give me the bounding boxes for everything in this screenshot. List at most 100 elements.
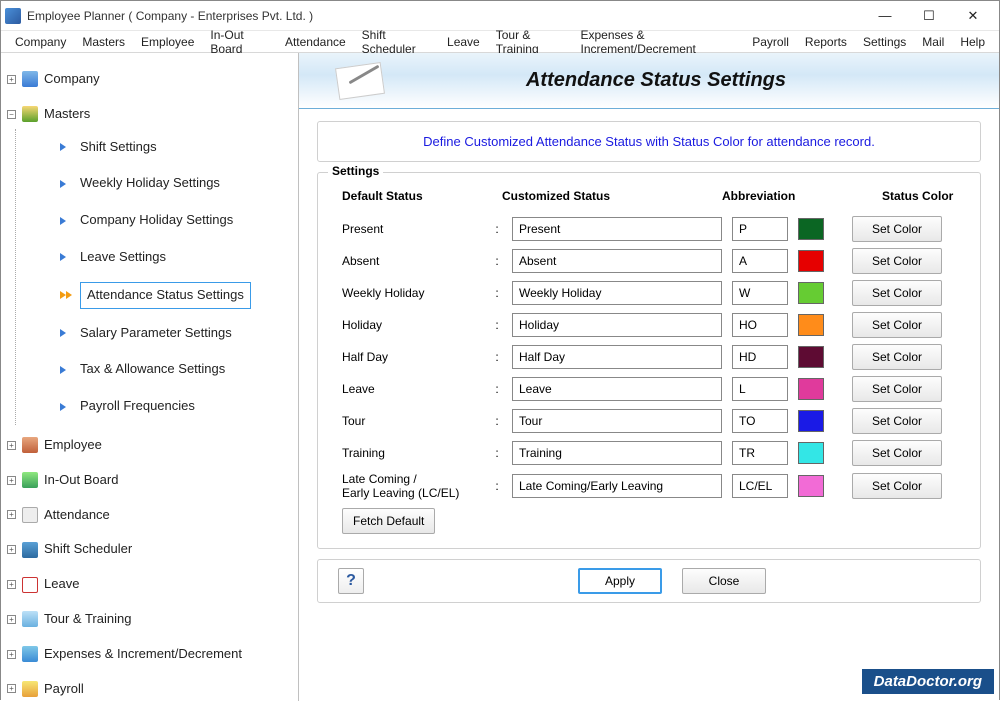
abbreviation-input[interactable] bbox=[732, 217, 788, 241]
tree-node-payroll[interactable]: +Payroll bbox=[5, 675, 294, 701]
tree-child-leave-settings[interactable]: Leave Settings bbox=[26, 239, 294, 276]
tree-child-attendance-status-settings[interactable]: Attendance Status Settings bbox=[26, 276, 294, 315]
custom-status-input[interactable] bbox=[512, 474, 722, 498]
page-title: Attendance Status Settings bbox=[393, 69, 999, 92]
minimize-button[interactable]: — bbox=[863, 2, 907, 30]
maximize-button[interactable]: ☐ bbox=[907, 2, 951, 30]
shift-icon bbox=[22, 542, 38, 558]
custom-status-input[interactable] bbox=[512, 249, 722, 273]
color-swatch bbox=[798, 282, 824, 304]
tree-node-leave[interactable]: + Leave bbox=[5, 570, 294, 599]
expander-icon[interactable]: + bbox=[7, 510, 16, 519]
expander-icon[interactable]: + bbox=[7, 441, 16, 450]
custom-status-input[interactable] bbox=[512, 281, 722, 305]
color-swatch bbox=[798, 218, 824, 240]
menu-masters[interactable]: Masters bbox=[74, 33, 133, 51]
custom-status-input[interactable] bbox=[512, 409, 722, 433]
default-status-label: Present bbox=[342, 222, 482, 236]
menu-help[interactable]: Help bbox=[952, 33, 993, 51]
tree-node-employee[interactable]: +Employee bbox=[5, 431, 294, 460]
tour-icon bbox=[22, 611, 38, 627]
arrow-icon bbox=[60, 143, 66, 151]
status-row-l: Leave:Set Color bbox=[342, 373, 956, 405]
tree-child-tax-allowance-settings[interactable]: Tax & Allowance Settings bbox=[26, 351, 294, 388]
abbreviation-input[interactable] bbox=[732, 345, 788, 369]
close-panel-button[interactable]: Close bbox=[682, 568, 766, 594]
menu-payroll[interactable]: Payroll bbox=[744, 33, 797, 51]
custom-status-input[interactable] bbox=[512, 377, 722, 401]
tree-child-weekly-holiday-settings[interactable]: Weekly Holiday Settings bbox=[26, 165, 294, 202]
tree-child-salary-parameter-settings[interactable]: Salary Parameter Settings bbox=[26, 315, 294, 352]
abbreviation-input[interactable] bbox=[732, 474, 788, 498]
status-row-p: Present: Set Color bbox=[342, 213, 956, 245]
tree-node-shift-scheduler[interactable]: +Shift Scheduler bbox=[5, 535, 294, 564]
abbreviation-input[interactable] bbox=[732, 249, 788, 273]
arrow-icon bbox=[60, 366, 66, 374]
abbreviation-input[interactable] bbox=[732, 313, 788, 337]
set-color-button[interactable]: Set Color bbox=[852, 344, 942, 370]
menu-company[interactable]: Company bbox=[7, 33, 74, 51]
custom-status-input[interactable] bbox=[512, 313, 722, 337]
colon: : bbox=[492, 222, 502, 236]
fetch-default-button[interactable]: Fetch Default bbox=[342, 508, 435, 534]
apply-button[interactable]: Apply bbox=[578, 568, 662, 594]
expander-icon[interactable]: + bbox=[7, 75, 16, 84]
tree-child-label: Attendance Status Settings bbox=[80, 282, 251, 309]
attend-icon bbox=[22, 507, 38, 523]
abbreviation-input[interactable] bbox=[732, 377, 788, 401]
tree-node-masters[interactable]: −Masters bbox=[5, 100, 294, 129]
tree-sidebar[interactable]: +Company −MastersShift SettingsWeekly Hol… bbox=[1, 53, 299, 701]
close-button[interactable]: ✕ bbox=[951, 2, 995, 30]
set-color-button[interactable]: Set Color bbox=[852, 216, 942, 242]
tree-child-payroll-frequencies[interactable]: Payroll Frequencies bbox=[26, 388, 294, 425]
menu-employee[interactable]: Employee bbox=[133, 33, 202, 51]
footer-bar: ? Apply Close bbox=[317, 559, 981, 603]
status-row-hd: Half Day:Set Color bbox=[342, 341, 956, 373]
color-swatch bbox=[798, 378, 824, 400]
expander-icon[interactable]: + bbox=[7, 545, 16, 554]
set-color-button[interactable]: Set Color bbox=[852, 408, 942, 434]
expander-icon[interactable]: − bbox=[7, 110, 16, 119]
expander-icon[interactable]: + bbox=[7, 476, 16, 485]
menu-attendance[interactable]: Attendance bbox=[277, 33, 354, 51]
tree-label: Leave bbox=[44, 574, 79, 595]
header-default: Default Status bbox=[342, 189, 492, 203]
column-headers: Default Status Customized Status Abbrevi… bbox=[342, 183, 956, 213]
set-color-button[interactable]: Set Color bbox=[852, 473, 942, 499]
custom-status-input[interactable] bbox=[512, 217, 722, 241]
default-status-label: Late Coming / Early Leaving (LC/EL) bbox=[342, 472, 482, 501]
help-icon[interactable]: ? bbox=[338, 568, 364, 594]
set-color-button[interactable]: Set Color bbox=[852, 376, 942, 402]
masters-icon bbox=[22, 106, 38, 122]
set-color-button[interactable]: Set Color bbox=[852, 440, 942, 466]
expander-icon[interactable]: + bbox=[7, 684, 16, 693]
expander-icon[interactable]: + bbox=[7, 615, 16, 624]
menu-settings[interactable]: Settings bbox=[855, 33, 914, 51]
menu-reports[interactable]: Reports bbox=[797, 33, 855, 51]
menu-leave[interactable]: Leave bbox=[439, 33, 488, 51]
main-panel: Attendance Status Settings Define Custom… bbox=[299, 53, 999, 701]
tree-node-in-out-board[interactable]: +In-Out Board bbox=[5, 466, 294, 495]
settings-group: Settings Default Status Customized Statu… bbox=[317, 172, 981, 549]
set-color-button[interactable]: Set Color bbox=[852, 248, 942, 274]
tree-child-shift-settings[interactable]: Shift Settings bbox=[26, 129, 294, 166]
tree-child-label: Payroll Frequencies bbox=[74, 394, 201, 419]
set-color-button[interactable]: Set Color bbox=[852, 312, 942, 338]
abbreviation-input[interactable] bbox=[732, 409, 788, 433]
default-status-label: Training bbox=[342, 446, 482, 460]
abbreviation-input[interactable] bbox=[732, 281, 788, 305]
expander-icon[interactable]: + bbox=[7, 650, 16, 659]
custom-status-input[interactable] bbox=[512, 345, 722, 369]
menu-mail[interactable]: Mail bbox=[914, 33, 952, 51]
tree-node-company[interactable]: +Company bbox=[5, 65, 294, 94]
expander-icon[interactable]: + bbox=[7, 580, 16, 589]
custom-status-input[interactable] bbox=[512, 441, 722, 465]
tree-node-tour-training[interactable]: +Tour & Training bbox=[5, 605, 294, 634]
status-row-to: Tour:Set Color bbox=[342, 405, 956, 437]
set-color-button[interactable]: Set Color bbox=[852, 280, 942, 306]
banner: Attendance Status Settings bbox=[299, 53, 999, 109]
tree-node-expenses-increment-decrement[interactable]: +Expenses & Increment/Decrement bbox=[5, 640, 294, 669]
tree-node-attendance[interactable]: +Attendance bbox=[5, 501, 294, 530]
tree-child-company-holiday-settings[interactable]: Company Holiday Settings bbox=[26, 202, 294, 239]
abbreviation-input[interactable] bbox=[732, 441, 788, 465]
